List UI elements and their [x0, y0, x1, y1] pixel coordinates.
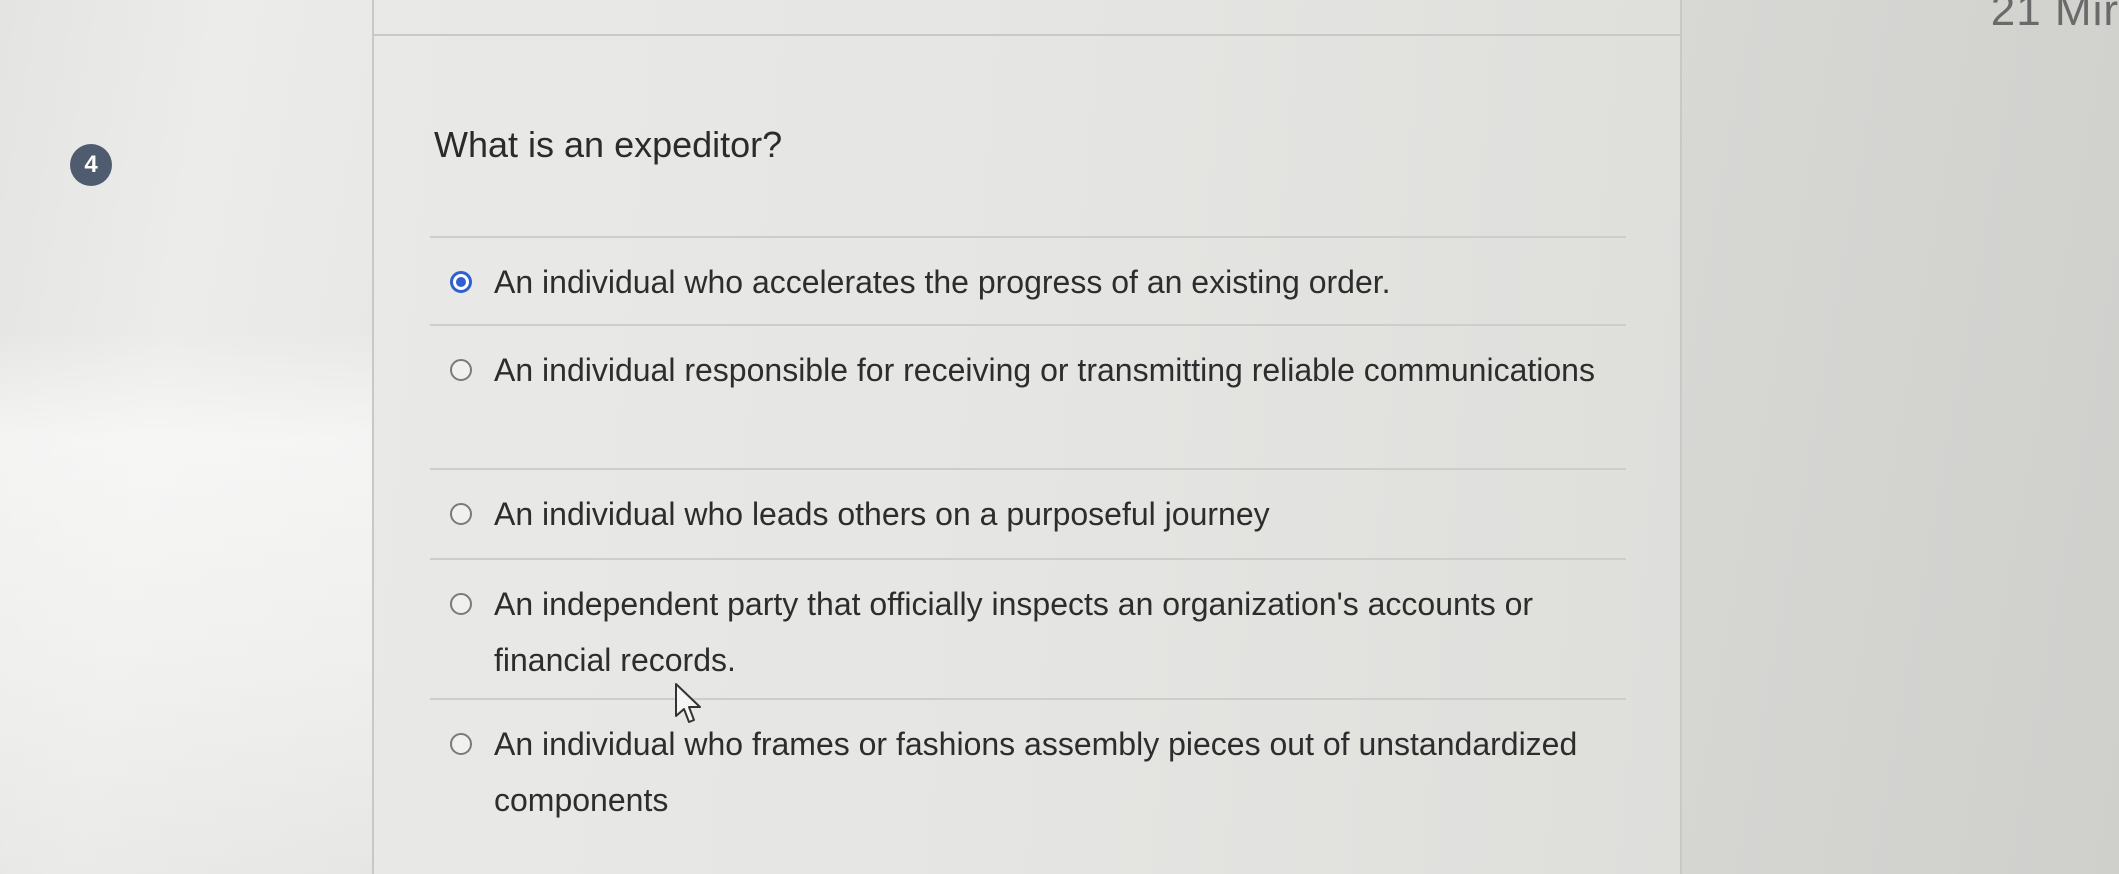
mouse-pointer-icon — [675, 683, 701, 723]
question-number-badge: 4 — [70, 144, 112, 186]
radio-button[interactable] — [450, 359, 472, 381]
choice-5[interactable]: An individual who frames or fashions ass… — [430, 698, 1626, 848]
choice-3[interactable]: An individual who leads others on a purp… — [430, 468, 1626, 558]
radio-button-selected[interactable] — [450, 271, 472, 293]
radio-button[interactable] — [450, 503, 472, 525]
radio-button[interactable] — [450, 733, 472, 755]
question-text: What is an expeditor? — [434, 124, 783, 165]
screen-glare — [0, 330, 380, 874]
choice-label: An independent party that officially ins… — [494, 586, 1534, 678]
choice-4[interactable]: An independent party that officially ins… — [430, 558, 1626, 698]
choice-label: An individual responsible for receiving … — [494, 352, 1595, 388]
choice-1[interactable]: An individual who accelerates the progre… — [430, 236, 1626, 324]
answer-choices: An individual who accelerates the progre… — [430, 236, 1626, 848]
divider — [374, 34, 1680, 36]
choice-label: An individual who accelerates the progre… — [494, 264, 1391, 300]
choice-label: An individual who leads others on a purp… — [494, 496, 1270, 532]
radio-button[interactable] — [450, 593, 472, 615]
choice-label: An individual who frames or fashions ass… — [494, 726, 1578, 818]
question-card: What is an expeditor? An individual who … — [372, 0, 1682, 874]
timer-readout: 21 Mir — [1990, 0, 2119, 35]
choice-2[interactable]: An individual responsible for receiving … — [430, 324, 1626, 468]
